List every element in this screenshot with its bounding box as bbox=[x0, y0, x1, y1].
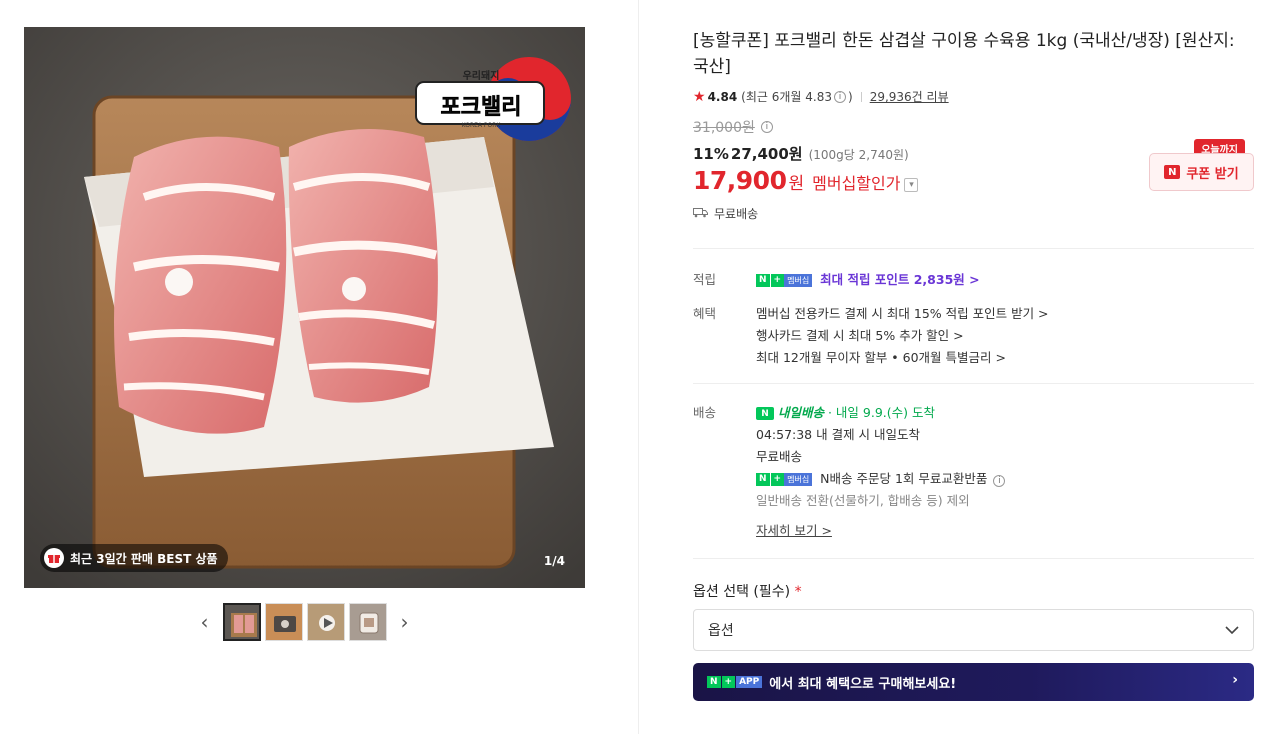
best-seller-badge: 최근 3일간 판매 BEST 상품 bbox=[40, 544, 228, 572]
rating-recent-close: ) bbox=[848, 89, 853, 104]
discount-rate: 11% bbox=[693, 145, 729, 163]
earn-section: 적립 N + 멤버십 최대 적립 포인트 2,835원 > bbox=[693, 269, 1254, 291]
member-price-currency: 원 bbox=[788, 174, 805, 194]
star-icon: ★ bbox=[693, 88, 706, 105]
shipping-free-text: 무료배송 bbox=[714, 207, 759, 221]
unit-price: (100g당 2,740원) bbox=[808, 148, 909, 162]
gift-icon bbox=[44, 548, 64, 568]
divider bbox=[693, 558, 1254, 559]
benefit-item-card-discount[interactable]: 행사카드 결제 시 최대 5% 추가 할인 > bbox=[756, 325, 1049, 347]
separator bbox=[860, 91, 862, 102]
app-banner-text: 에서 최대 혜택으로 구매해보세요! bbox=[769, 676, 957, 692]
delivery-arrival: · 내일 9.9.(수) 도착 bbox=[827, 405, 935, 420]
chevron-right-icon: › bbox=[1232, 672, 1238, 688]
brand-logo: 우리돼지 포크밸리 KOREA PORK bbox=[440, 71, 522, 129]
chevron-down-icon[interactable]: ▾ bbox=[904, 178, 919, 192]
delivery-label: 배송 bbox=[693, 405, 717, 420]
sale-price: 27,400원 bbox=[730, 145, 803, 163]
coupon-button[interactable]: N 쿠폰 받기 bbox=[1149, 153, 1254, 191]
delivery-type: 내일배송 bbox=[777, 405, 824, 420]
benefit-section: 혜택 멤버십 전용카드 결제 시 최대 15% 적립 포인트 받기 > 행사카드… bbox=[693, 303, 1254, 369]
thumbnail-3-video[interactable] bbox=[306, 603, 345, 641]
benefit-label: 혜택 bbox=[693, 306, 717, 321]
benefit-item-installment[interactable]: 최대 12개월 무이자 할부 • 60개월 특별금리 > bbox=[756, 347, 1049, 369]
delivery-section: 배송 N 내일배송 · 내일 9.9.(수) 도착 04:57:38 내 결제 … bbox=[693, 402, 1254, 542]
rating-info-icon[interactable]: i bbox=[834, 90, 846, 103]
shipping-free-row: 무료배송 bbox=[693, 205, 1254, 222]
thumb-prev-button[interactable]: ‹ bbox=[197, 604, 213, 640]
option-select[interactable]: 옵션 bbox=[693, 609, 1254, 651]
divider bbox=[693, 248, 1254, 249]
required-mark: * bbox=[794, 584, 802, 600]
product-info-panel: [농할쿠폰] 포크밸리 한돈 삼겹살 구이용 수육용 1kg (국내산/냉장) … bbox=[693, 28, 1254, 701]
next-day-delivery-icon: N bbox=[756, 407, 774, 420]
thumbnail-1[interactable] bbox=[222, 603, 261, 641]
original-price: 31,000원 bbox=[693, 120, 755, 136]
column-divider bbox=[638, 0, 639, 734]
member-price: 17,900 bbox=[693, 166, 787, 195]
option-select-value: 옵션 bbox=[708, 623, 734, 639]
delivery-countdown: 04:57:38 내 결제 시 내일도착 bbox=[756, 427, 921, 442]
rating-recent: (최근 6개월 4.83 bbox=[741, 90, 832, 104]
main-product-image[interactable]: 우리돼지 포크밸리 KOREA PORK 최근 3일간 판매 BEST 상품 1… bbox=[24, 27, 585, 588]
truck-icon bbox=[693, 207, 708, 221]
benefit-item-card-points[interactable]: 멤버십 전용카드 결제 시 최대 15% 적립 포인트 받기 > bbox=[756, 303, 1049, 325]
option-label: 옵션 선택 (필수) bbox=[693, 584, 791, 600]
free-exchange-text: N배송 주문당 1회 무료교환반품 bbox=[820, 471, 988, 486]
thumbnail-4[interactable] bbox=[348, 603, 387, 641]
max-points-link[interactable]: 최대 적립 포인트 2,835원 > bbox=[820, 272, 979, 287]
chevron-down-icon bbox=[1225, 622, 1239, 638]
thumbnail-strip: ‹ › bbox=[24, 603, 585, 641]
delivery-more-link[interactable]: 자세히 보기 > bbox=[756, 523, 832, 538]
coupon-label: 쿠폰 받기 bbox=[1186, 166, 1239, 182]
divider bbox=[693, 383, 1254, 384]
product-gallery: 우리돼지 포크밸리 KOREA PORK 최근 3일간 판매 BEST 상품 1… bbox=[24, 27, 585, 641]
rating-row: ★ 4.84 (최근 6개월 4.83 i ) 29,936건 리뷰 bbox=[693, 88, 1254, 105]
original-price-row: 31,000원 i bbox=[693, 117, 1254, 137]
naver-plus-app-badge: N + APP bbox=[707, 676, 763, 688]
image-page-count: 1/4 bbox=[543, 554, 565, 568]
naver-n-icon: N bbox=[1164, 165, 1181, 179]
member-price-label: 멤버십할인가 bbox=[812, 174, 901, 193]
product-title: [농할쿠폰] 포크밸리 한돈 삼겹살 구이용 수육용 1kg (국내산/냉장) … bbox=[693, 31, 1235, 77]
naver-plus-membership-badge: N + 멤버십 bbox=[756, 473, 813, 486]
naver-plus-membership-badge: N + 멤버십 bbox=[756, 274, 813, 287]
thumbnail-2[interactable] bbox=[264, 603, 303, 641]
thumb-next-button[interactable]: › bbox=[397, 604, 413, 640]
best-badge-text: 최근 3일간 판매 BEST 상품 bbox=[70, 551, 218, 566]
price-info-icon[interactable]: i bbox=[760, 121, 773, 133]
review-count-link[interactable]: 29,936건 리뷰 bbox=[870, 88, 949, 105]
rating-score: 4.84 bbox=[707, 89, 738, 104]
earn-label: 적립 bbox=[693, 272, 717, 287]
delivery-note: 일반배송 전환(선물하기, 합배송 등) 제외 bbox=[756, 493, 970, 508]
app-promo-banner[interactable]: N + APP 에서 최대 혜택으로 구매해보세요! › bbox=[693, 663, 1254, 701]
exchange-info-icon[interactable]: i bbox=[993, 475, 1006, 487]
option-section: 옵션 선택 (필수) * 옵션 bbox=[693, 581, 1254, 651]
delivery-free: 무료배송 bbox=[756, 449, 803, 464]
